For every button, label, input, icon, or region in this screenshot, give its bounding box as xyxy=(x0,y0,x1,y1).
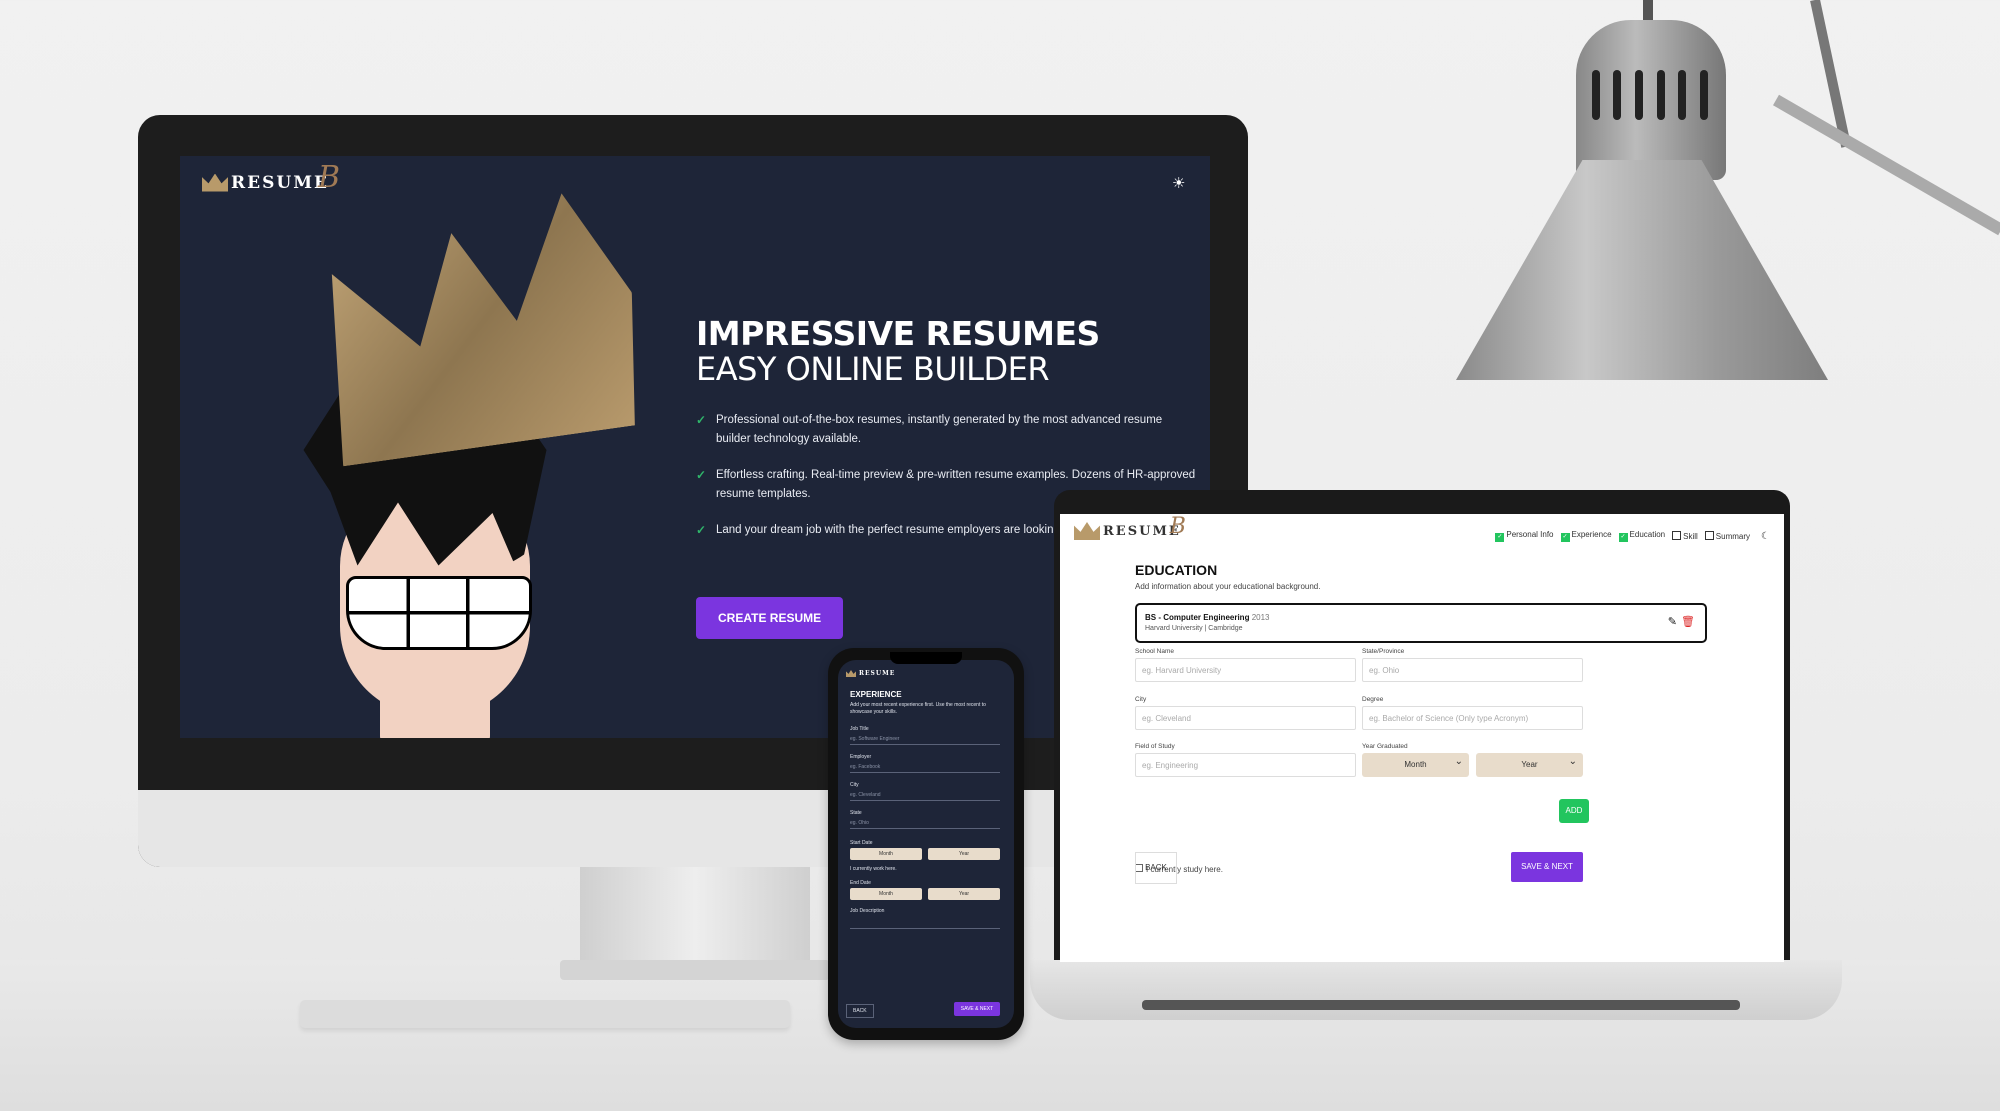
entry-meta: Harvard University | Cambridge xyxy=(1145,625,1243,632)
save-next-button[interactable]: SAVE & NEXT xyxy=(954,1002,1000,1016)
school-input[interactable]: eg. Harvard University xyxy=(1135,658,1356,682)
laptop-screen: RESUME B ✓ Personal Info ✓ Experience ✓ Edu… xyxy=(1060,514,1784,962)
entry-title: BS - Computer Engineering 2013 xyxy=(1145,613,1270,622)
job-description-input[interactable] xyxy=(850,918,1000,929)
feature-item: ✓ Professional out-of-the-box resumes, in… xyxy=(696,411,1196,449)
city-label: City xyxy=(1135,696,1147,703)
currently-work-checkbox[interactable]: I currently work here. xyxy=(850,866,897,872)
logo-letter: B xyxy=(317,160,341,195)
school-label: School Name xyxy=(1135,648,1175,655)
start-date-label: Start Date xyxy=(850,840,873,846)
job-description-label: Job Description xyxy=(850,908,885,914)
lamp-arm xyxy=(1773,94,2000,236)
logo-wordmark: RESUME xyxy=(231,172,329,193)
city-label: City xyxy=(850,782,859,788)
page-description: Add your most recent experience first. U… xyxy=(850,702,986,715)
city-input[interactable]: eg. Cleveland xyxy=(1135,706,1356,730)
check-icon: ✓ xyxy=(696,523,707,538)
lamp-grille xyxy=(1585,70,1715,120)
lamp-shade xyxy=(1456,160,1828,380)
job-title-input[interactable]: eg. Software Engineer xyxy=(850,736,1000,745)
crown-icon xyxy=(846,670,856,677)
phone-screen: RESUME EXPERIENCE Add your most recent e… xyxy=(838,660,1014,1028)
year-graduated-label: Year Graduated xyxy=(1362,743,1408,750)
start-month-select[interactable]: Month xyxy=(850,848,922,860)
character-crown xyxy=(310,186,650,467)
hero-subtitle: EASY ONLINE BUILDER xyxy=(696,350,1050,389)
page-title: EXPERIENCE xyxy=(850,690,902,699)
field-label: Field of Study xyxy=(1135,743,1175,750)
checkbox-empty-icon xyxy=(1704,531,1714,540)
page-title: EDUCATION xyxy=(1135,562,1218,578)
end-year-select[interactable]: Year xyxy=(928,888,1000,900)
create-resume-button[interactable]: CREATE RESUME xyxy=(696,597,844,640)
end-date-label: End Date xyxy=(850,880,871,886)
check-icon: ✓ xyxy=(696,413,707,428)
hero-title: IMPRESSIVE RESUMES xyxy=(696,314,1100,353)
progress-steps: ✓ Personal Info ✓ Experience ✓ Education Sk… xyxy=(1495,530,1770,542)
checkbox-checked-icon: ✓ xyxy=(1495,533,1505,542)
site-logo[interactable]: RESUME B xyxy=(1074,514,1186,540)
education-entry-card[interactable]: BS - Computer Engineering 2013 Harvard U… xyxy=(1135,603,1707,643)
page-description: Add information about your educational b… xyxy=(1135,582,1321,591)
step-education[interactable]: ✓ Education xyxy=(1618,530,1665,542)
state-input[interactable]: eg. Ohio xyxy=(1362,658,1583,682)
state-label: State xyxy=(850,810,862,816)
theme-toggle-sun-icon[interactable]: ☀ xyxy=(1172,174,1185,192)
phone-notch xyxy=(890,652,962,664)
crown-icon xyxy=(202,173,228,192)
laptop-keyboard xyxy=(1142,1000,1740,1010)
month-select[interactable]: Month xyxy=(1362,750,1469,777)
employer-input[interactable]: eg. Facebook xyxy=(850,764,1000,773)
monitor-foot xyxy=(560,960,830,980)
step-experience[interactable]: ✓ Experience xyxy=(1560,530,1612,542)
site-logo[interactable]: RESUME xyxy=(846,670,895,677)
check-icon: ✓ xyxy=(696,468,707,483)
back-button[interactable]: BACK xyxy=(846,1004,874,1018)
year-select[interactable]: Year xyxy=(1476,750,1583,777)
step-skill[interactable]: Skill xyxy=(1672,531,1698,541)
logo-letter: B xyxy=(1169,514,1186,539)
step-personal-info[interactable]: ✓ Personal Info xyxy=(1495,530,1554,542)
save-next-button[interactable]: SAVE & NEXT xyxy=(1511,852,1583,882)
degree-input[interactable]: eg. Bachelor of Science (Only type Acron… xyxy=(1362,706,1583,730)
checkbox-empty-icon xyxy=(1672,531,1682,540)
job-title-label: Job Title xyxy=(850,726,869,732)
checkbox-checked-icon: ✓ xyxy=(1560,533,1570,542)
character-teeth xyxy=(346,576,532,650)
start-year-select[interactable]: Year xyxy=(928,848,1000,860)
back-button[interactable]: BACK xyxy=(1135,852,1177,884)
laptop-base xyxy=(1030,960,1842,1020)
theme-toggle-moon-icon[interactable]: ☾ xyxy=(1761,531,1770,542)
keyboard xyxy=(300,1000,790,1028)
trash-icon[interactable]: 🗑 xyxy=(1681,615,1695,628)
field-input[interactable]: eg. Engineering xyxy=(1135,753,1356,777)
end-month-select[interactable]: Month xyxy=(850,888,922,900)
crown-icon xyxy=(1074,522,1100,540)
edit-icon[interactable]: ✎ xyxy=(1668,615,1677,628)
add-button[interactable]: ADD xyxy=(1559,799,1589,823)
state-label: State/Province xyxy=(1362,648,1405,655)
checkbox-checked-icon: ✓ xyxy=(1618,533,1628,542)
degree-label: Degree xyxy=(1362,696,1384,703)
step-summary[interactable]: Summary xyxy=(1704,531,1750,541)
city-input[interactable]: eg. Cleveland xyxy=(850,792,1000,801)
site-logo[interactable]: RESUME B xyxy=(202,160,340,195)
employer-label: Employer xyxy=(850,754,872,760)
state-input[interactable]: eg. Ohio xyxy=(850,820,1000,829)
